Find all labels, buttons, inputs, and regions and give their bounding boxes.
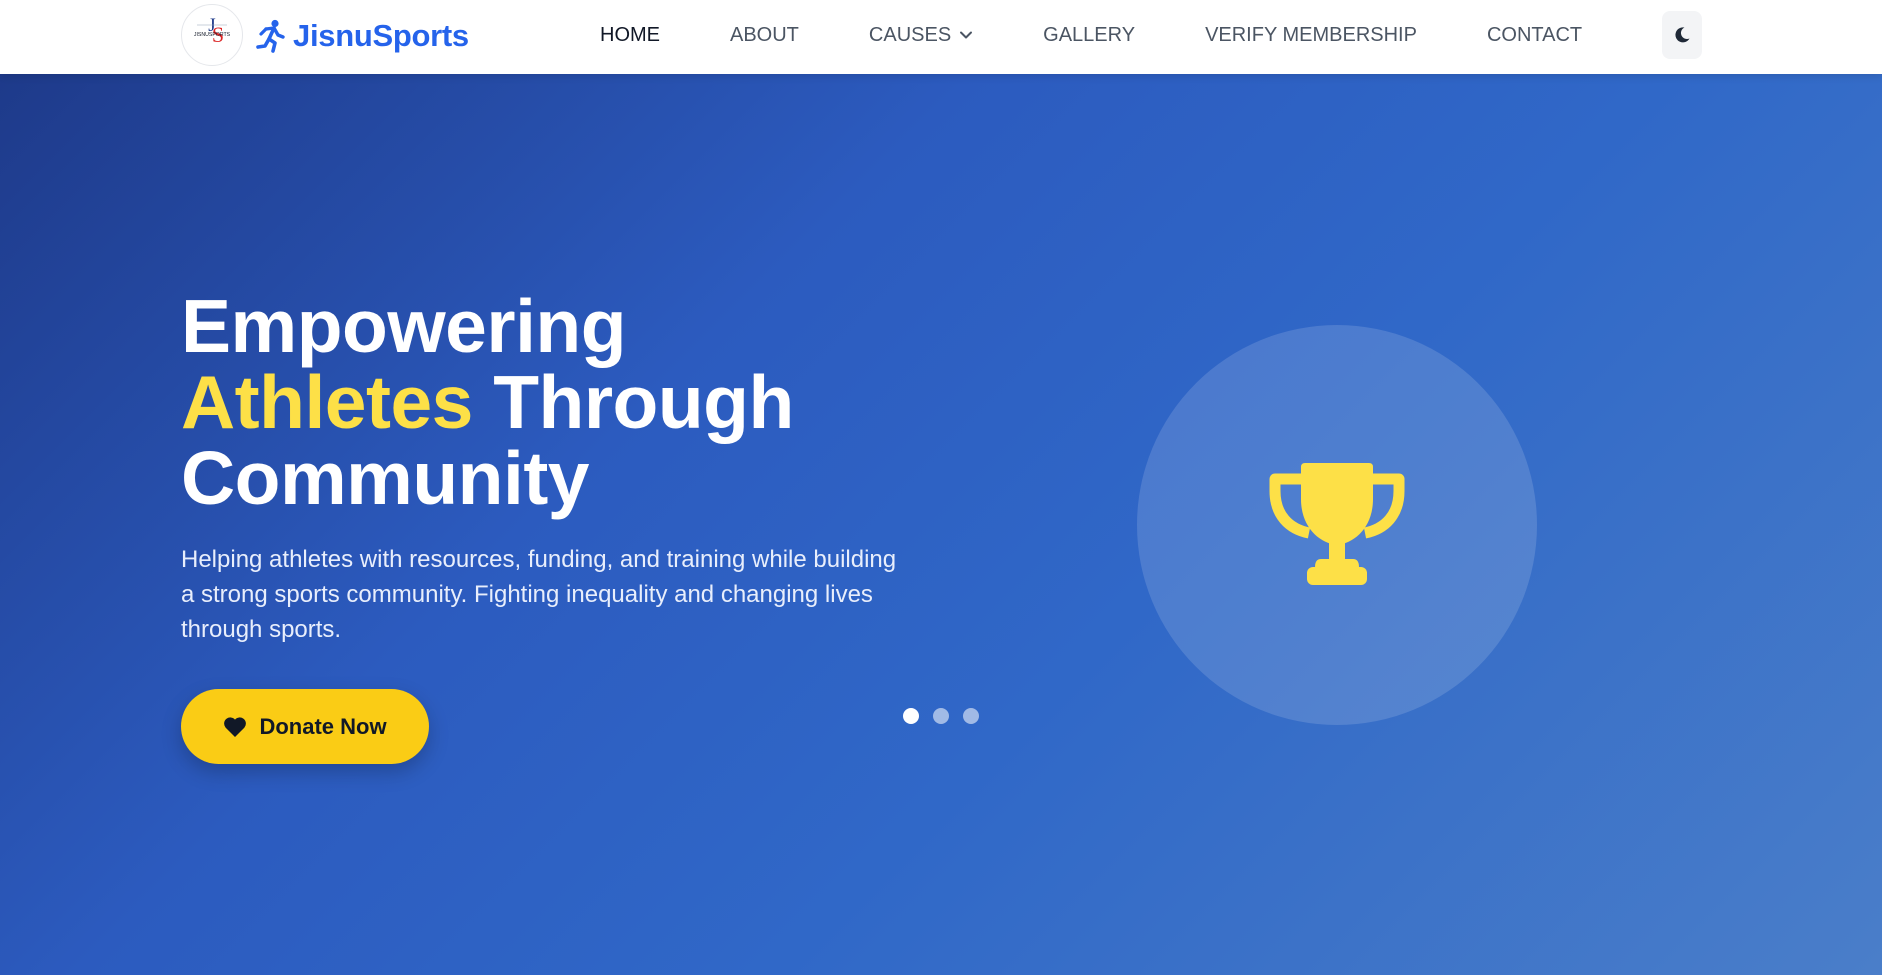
nav-home[interactable]: HOME <box>600 24 660 47</box>
main-nav: HOME ABOUT CAUSES GALLERY VERIFY MEMBERS… <box>600 0 1582 70</box>
nav-verify-membership[interactable]: VERIFY MEMBERSHIP <box>1205 24 1417 47</box>
donate-button[interactable]: Donate Now <box>181 689 429 764</box>
brand-name: JisnuSports <box>293 18 469 53</box>
heart-icon <box>224 716 247 737</box>
donate-button-label: Donate Now <box>259 713 387 739</box>
nav-causes-label: CAUSES <box>868 23 952 46</box>
logo-badge[interactable]: J S JISNUSPORTS <box>181 4 243 66</box>
hero-title-line3: Community <box>181 436 590 520</box>
nav-gallery[interactable]: GALLERY <box>1043 24 1135 47</box>
nav-contact[interactable]: CONTACT <box>1487 24 1582 47</box>
hero-title-accent: Athletes <box>181 360 473 444</box>
running-person-icon <box>256 19 285 53</box>
nav-about[interactable]: ABOUT <box>730 24 799 47</box>
hero-description: Helping athletes with resources, funding… <box>181 546 897 643</box>
logo-text: JISNUSPORTS <box>194 32 231 38</box>
hero-section: Empowering Athletes Through Community He… <box>0 74 1882 975</box>
hero-title: Empowering Athletes Through Community <box>181 288 941 516</box>
theme-toggle-button[interactable] <box>1662 11 1702 59</box>
navbar: J S JISNUSPORTS JisnuSports HOME ABOUT C… <box>0 0 1882 74</box>
trophy-icon <box>1269 463 1405 585</box>
chevron-down-icon <box>960 31 973 39</box>
carousel-dot-1[interactable] <box>903 708 919 724</box>
hero-title-line1: Empowering <box>181 284 627 368</box>
carousel-dot-3[interactable] <box>963 708 979 724</box>
trophy-feature-circle <box>1137 325 1537 725</box>
carousel-dot-2[interactable] <box>933 708 949 724</box>
moon-icon <box>1675 27 1690 43</box>
hero-title-line2: Through <box>472 360 794 444</box>
logo-emblem-icon: J S JISNUSPORTS <box>194 15 231 47</box>
brand-link[interactable]: JisnuSports <box>255 14 469 58</box>
carousel-indicators <box>903 708 979 724</box>
nav-causes[interactable]: CAUSES <box>869 24 973 47</box>
